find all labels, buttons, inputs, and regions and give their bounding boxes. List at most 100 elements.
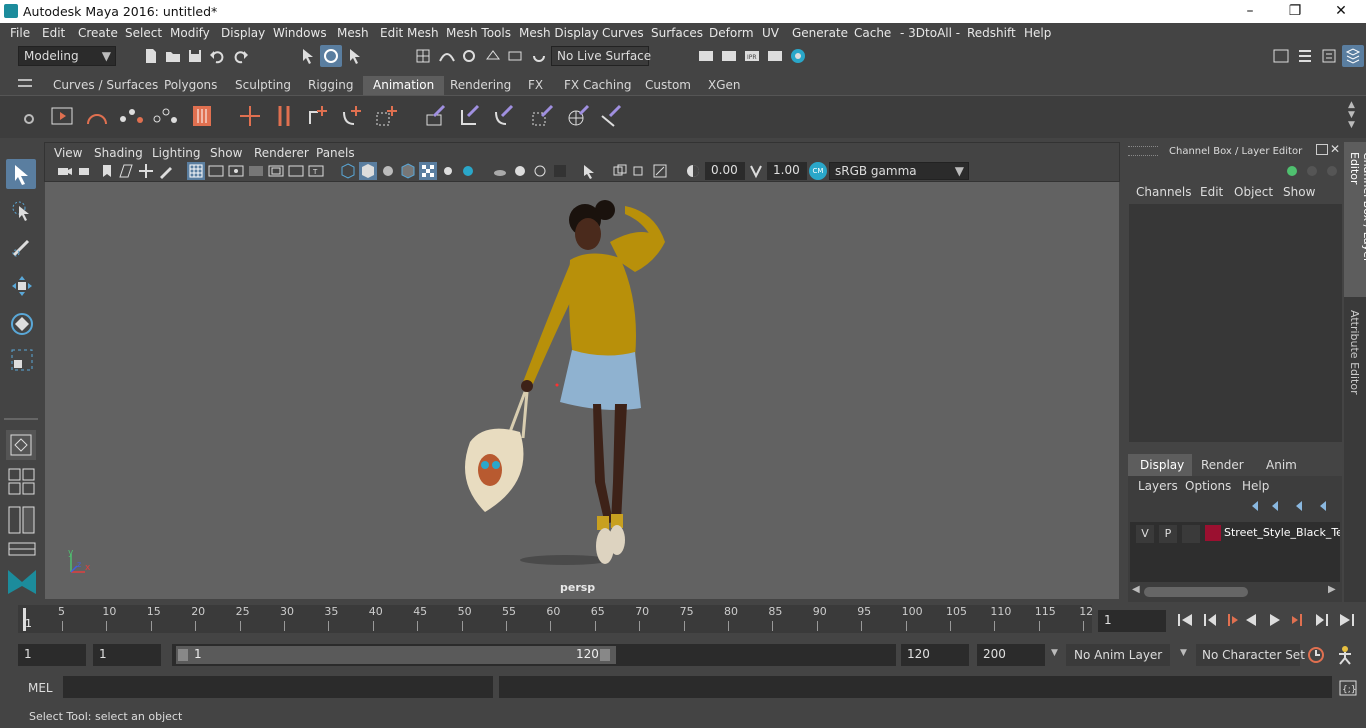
layer-color-swatch[interactable] (1205, 525, 1221, 541)
snap-live-icon[interactable] (530, 47, 548, 65)
channels-menu[interactable]: Channels (1136, 185, 1192, 199)
float-panel-icon[interactable] (1316, 144, 1328, 155)
lasso-tool-button[interactable] (6, 196, 36, 226)
use-all-lights-icon[interactable] (440, 163, 456, 179)
gamma-field[interactable]: 1.00 (767, 162, 807, 180)
menu-3dtoall[interactable]: - 3DtoAll - (900, 26, 960, 40)
single-perspective-layout-button[interactable] (6, 430, 36, 460)
auto-key-icon[interactable] (1306, 645, 1326, 665)
menu-generate[interactable]: Generate (792, 26, 848, 40)
select-hierarchy-icon[interactable] (299, 47, 317, 65)
animation-start-field[interactable]: 1 (18, 644, 86, 666)
playback-end-field[interactable]: 120 (901, 644, 969, 666)
chevron-down-icon[interactable]: ▼ (1180, 648, 1187, 658)
tab-display-layers[interactable]: Display (1128, 454, 1192, 476)
new-scene-icon[interactable] (142, 47, 160, 65)
tab-custom[interactable]: Custom (635, 76, 701, 95)
channel-list[interactable] (1129, 204, 1342, 442)
close-button[interactable]: ✕ (1318, 0, 1364, 23)
scroll-right-icon[interactable]: ▶ (1328, 584, 1336, 595)
panel-layout-button[interactable] (8, 542, 36, 556)
screen-space-ao-icon[interactable] (492, 163, 508, 179)
menu-redshift[interactable]: Redshift (967, 26, 1016, 40)
viewport-menu-renderer[interactable]: Renderer (254, 146, 309, 160)
viewport-menu-lighting[interactable]: Lighting (152, 146, 201, 160)
range-handle-right[interactable] (600, 649, 610, 661)
tangent-constraint-icon[interactable] (600, 104, 624, 128)
tab-anim-layers[interactable]: Anim (1266, 458, 1297, 472)
tab-animation[interactable]: Animation (363, 76, 445, 95)
snap-surface-icon[interactable] (506, 47, 524, 65)
motion-blur-icon[interactable] (512, 163, 528, 179)
menu-edit[interactable]: Edit (42, 26, 65, 40)
options-menu[interactable]: Options (1185, 479, 1231, 493)
chevron-down-icon[interactable]: ▼ (1051, 648, 1058, 658)
tab-render-layers[interactable]: Render (1201, 458, 1244, 472)
viewport-menu-view[interactable]: View (54, 146, 82, 160)
animation-preferences-icon[interactable] (1334, 644, 1356, 666)
menu-select[interactable]: Select (125, 26, 162, 40)
hypershade-icon[interactable] (789, 47, 807, 65)
bookmark-icon[interactable] (99, 163, 115, 179)
channel-box-mode-icons[interactable] (1282, 162, 1342, 180)
film-gate-icon[interactable] (208, 163, 224, 179)
maximize-button[interactable]: ❐ (1272, 0, 1318, 23)
textured-button[interactable] (419, 162, 437, 180)
resolution-gate-icon[interactable] (228, 163, 244, 179)
isolate-select-icon[interactable] (582, 163, 598, 179)
menu-help[interactable]: Help (1024, 26, 1051, 40)
modeling-toolkit-icon[interactable] (1296, 47, 1314, 65)
menu-mesh-display[interactable]: Mesh Display (519, 26, 599, 40)
layer-playback-toggle[interactable]: P (1159, 525, 1177, 543)
color-management-toggle-icon[interactable]: CM (809, 162, 827, 180)
snap-curve-icon[interactable] (438, 47, 456, 65)
tab-fx-caching[interactable]: FX Caching (554, 76, 641, 95)
help-menu[interactable]: Help (1242, 479, 1269, 493)
snap-point-icon[interactable] (460, 47, 478, 65)
graph-editor-icon[interactable] (190, 104, 214, 128)
anti-aliasing-icon[interactable] (532, 163, 548, 179)
tab-channel-box-vertical[interactable]: Channel Box / Layer Editor (1344, 142, 1366, 297)
edit-menu[interactable]: Edit (1200, 185, 1223, 199)
menu-display[interactable]: Display (221, 26, 265, 40)
viewport-menu-shading[interactable]: Shading (94, 146, 143, 160)
viewport-menu-show[interactable]: Show (210, 146, 242, 160)
scroll-left-icon[interactable]: ◀ (1132, 584, 1140, 595)
select-tool-button[interactable] (6, 159, 36, 189)
ik-handle-icon[interactable] (272, 104, 296, 128)
tab-rigging[interactable]: Rigging (298, 76, 363, 95)
shadows-icon[interactable] (460, 163, 476, 179)
parent-constraint-icon[interactable] (306, 104, 330, 128)
exposure-field[interactable]: 0.00 (705, 162, 745, 180)
ipr-render-icon[interactable]: IPR (743, 47, 761, 65)
tab-rendering[interactable]: Rendering (440, 76, 521, 95)
exposure-icon[interactable] (685, 163, 701, 179)
menu-windows[interactable]: Windows (273, 26, 327, 40)
menu-mesh-tools[interactable]: Mesh Tools (446, 26, 511, 40)
scale-tool-button[interactable] (6, 344, 36, 374)
shelf-scroll-arrows[interactable]: ▲ ▼ ▼ (1348, 100, 1358, 134)
depth-of-field-icon[interactable] (552, 163, 568, 179)
live-surface-field[interactable]: No Live Surface (551, 46, 651, 66)
range-slider-track[interactable]: 1 120 (172, 644, 896, 666)
gamma-icon[interactable] (748, 163, 764, 179)
mel-label[interactable]: MEL (28, 681, 53, 695)
anim-layer-dropdown[interactable]: No Anim Layer (1066, 644, 1170, 666)
geometry-constraint-icon[interactable] (530, 104, 554, 128)
menu-create[interactable]: Create (78, 26, 118, 40)
shelf-menu-icon[interactable] (18, 79, 32, 87)
layers-menu[interactable]: Layers (1138, 479, 1178, 493)
menu-mesh[interactable]: Mesh (337, 26, 369, 40)
viewport-menu-panels[interactable]: Panels (316, 146, 355, 160)
smooth-shade-button[interactable] (359, 162, 377, 180)
scale-constraint-icon[interactable] (374, 104, 398, 128)
render-view-icon[interactable] (697, 47, 715, 65)
object-menu[interactable]: Object (1234, 185, 1273, 199)
select-camera-icon[interactable] (57, 163, 73, 179)
mode-dropdown[interactable]: Modeling ▼ (18, 46, 116, 66)
menu-file[interactable]: File (10, 26, 30, 40)
minimize-button[interactable]: – (1227, 0, 1273, 23)
open-scene-icon[interactable] (164, 47, 182, 65)
time-slider-track[interactable]: 1 5 10 15 20 25 30 35 40 45 50 55 60 65 70 75 80 85 90 95 1… (18, 605, 1093, 633)
shelf-settings-gear-icon[interactable] (20, 110, 38, 128)
